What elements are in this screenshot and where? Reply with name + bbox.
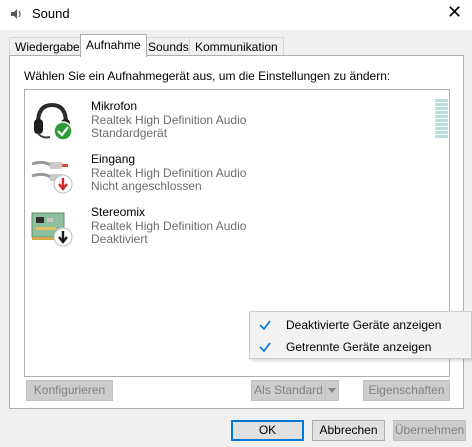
configure-button[interactable]: Konfigurieren	[26, 380, 113, 401]
device-driver: Realtek High Definition Audio	[91, 113, 247, 127]
green-check-badge	[53, 121, 73, 141]
checkmark-icon	[259, 320, 271, 331]
title-bar: Sound ✕	[0, 0, 472, 30]
device-driver: Realtek High Definition Audio	[91, 219, 247, 233]
window-title: Sound	[32, 6, 70, 21]
device-status: Deaktiviert	[91, 232, 148, 246]
tab-sounds[interactable]: Sounds	[142, 37, 195, 56]
device-status: Nicht angeschlossen	[91, 179, 202, 193]
set-default-dropdown-icon[interactable]	[325, 380, 339, 401]
level-meter	[435, 99, 448, 140]
speaker-icon	[11, 9, 21, 19]
device-name: Stereomix	[91, 205, 146, 219]
checkmark-icon	[259, 342, 271, 353]
properties-button[interactable]: Eigenschaften	[363, 380, 450, 401]
tab-kommunikation[interactable]: Kommunikation	[189, 37, 284, 56]
tab-wiedergabe[interactable]: Wiedergabe	[9, 37, 86, 56]
device-status: Standardgerät	[91, 126, 168, 140]
menu-item-label: Deaktivierte Geräte anzeigen	[286, 318, 442, 332]
ok-button[interactable]: OK	[231, 420, 304, 441]
device-item-eingang[interactable]: Eingang Realtek High Definition Audio Ni…	[25, 147, 405, 199]
cancel-button[interactable]: Abbrechen	[312, 420, 385, 441]
device-item-stereomix[interactable]: Stereomix Realtek High Definition Audio …	[25, 200, 405, 252]
tab-aufnahme[interactable]: Aufnahme	[80, 34, 147, 57]
red-down-arrow-badge	[53, 174, 73, 194]
apply-button[interactable]: Übernehmen	[393, 420, 466, 441]
menu-item-show-disabled[interactable]: Deaktivierte Geräte anzeigen	[250, 314, 471, 336]
set-default-button[interactable]: Als Standard	[251, 380, 326, 401]
menu-item-label: Getrennte Geräte anzeigen	[286, 340, 432, 354]
context-menu: Deaktivierte Geräte anzeigen Getrennte G…	[249, 311, 472, 359]
black-down-arrow-badge	[53, 227, 73, 247]
close-icon[interactable]: ✕	[447, 2, 462, 23]
device-name: Mikrofon	[91, 99, 138, 113]
menu-item-show-disconnected[interactable]: Getrennte Geräte anzeigen	[250, 336, 471, 358]
device-driver: Realtek High Definition Audio	[91, 166, 247, 180]
device-name: Eingang	[91, 152, 136, 166]
device-item-mikrofon[interactable]: Mikrofon Realtek High Definition Audio S…	[25, 94, 405, 146]
instruction-text: Wählen Sie ein Aufnahmegerät aus, um die…	[24, 69, 391, 83]
